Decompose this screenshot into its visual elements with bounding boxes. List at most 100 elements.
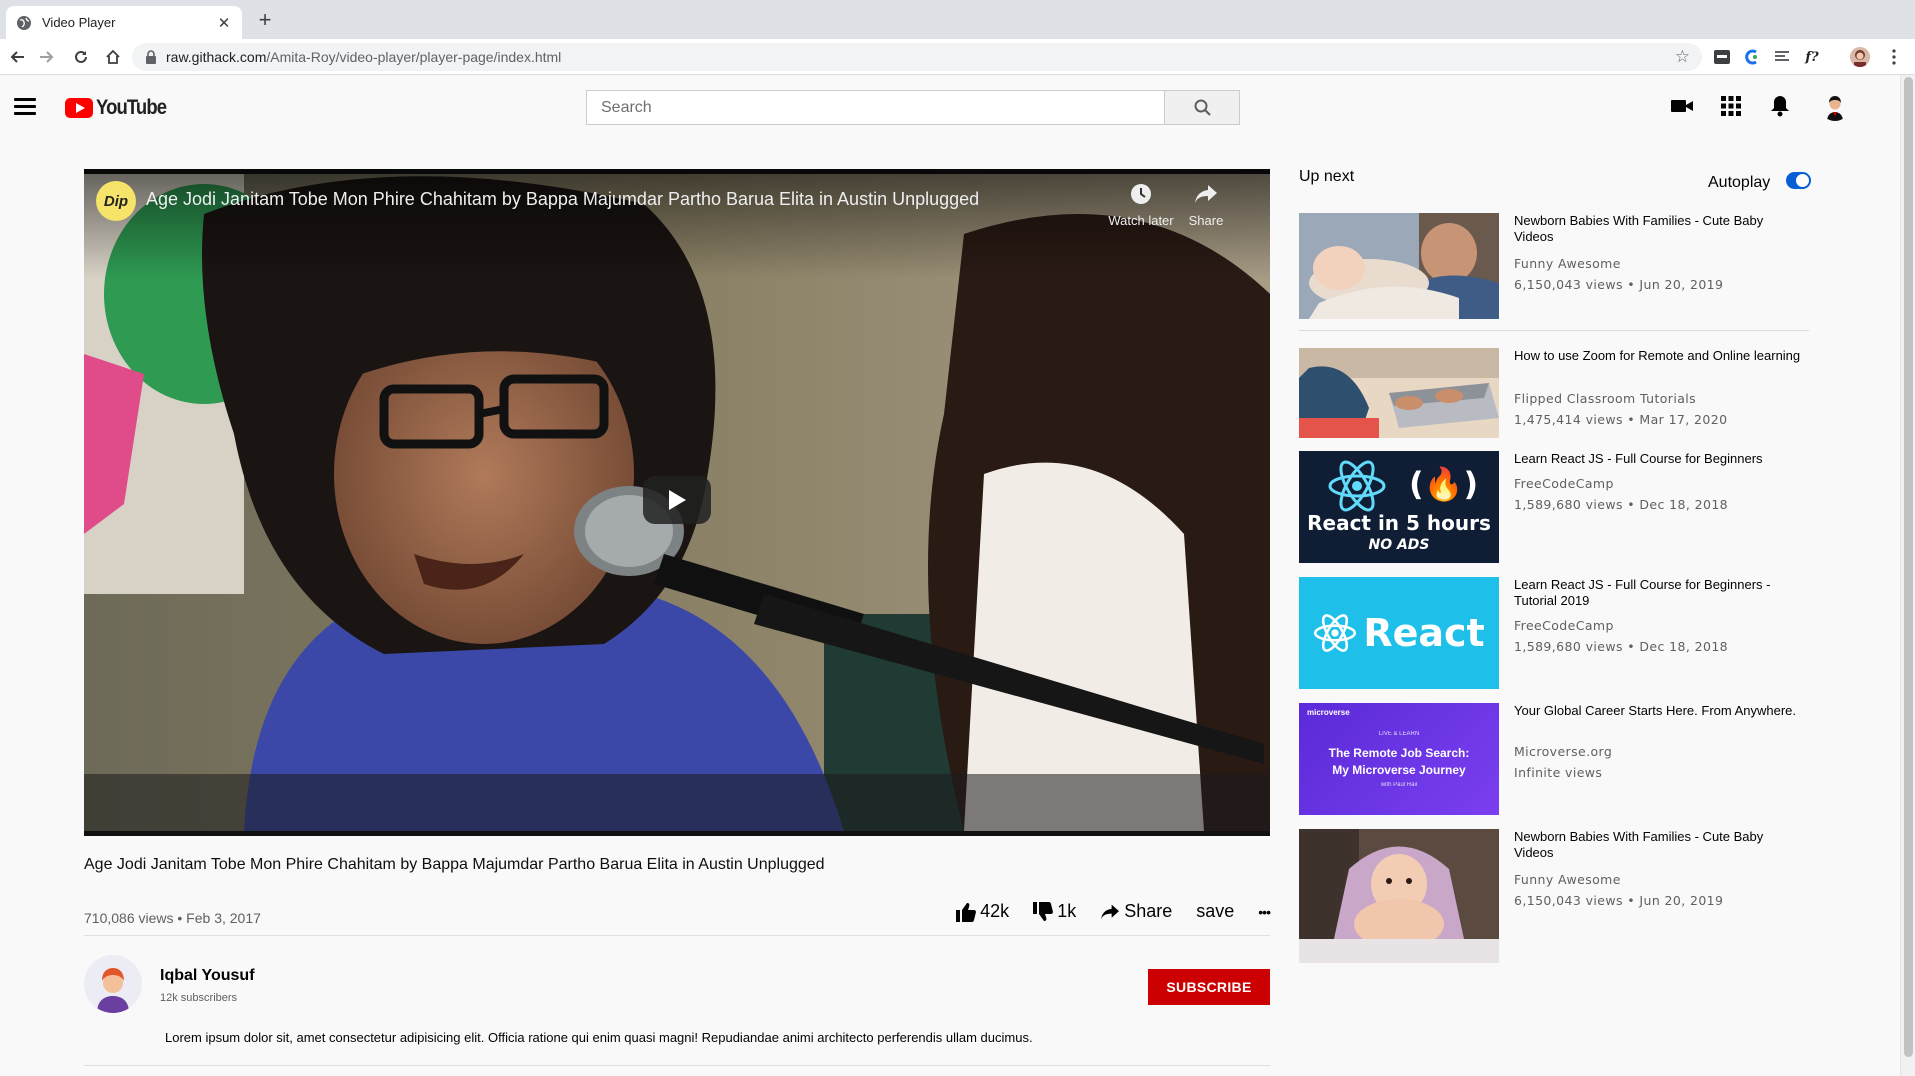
rec-meta: 6,150,043 views • Jun 20, 2019 (1514, 893, 1724, 908)
url-host: raw.githack.com (166, 49, 267, 65)
rec-meta: 1,589,680 views • Dec 18, 2018 (1514, 497, 1729, 512)
extension-lines-icon[interactable] (1772, 47, 1792, 67)
recommendation-item[interactable]: Newborn Babies With Families - Cute Baby… (1299, 213, 1809, 319)
rec-title[interactable]: Newborn Babies With Families - Cute Baby… (1514, 213, 1804, 245)
address-bar[interactable]: raw.githack.com/Amita-Roy/video-player/p… (132, 43, 1702, 71)
more-actions-button[interactable]: ••• (1258, 903, 1271, 920)
scrollbar-thumb[interactable] (1904, 77, 1913, 1057)
extension-formula-icon[interactable]: f? (1802, 47, 1822, 67)
rec-channel: FreeCodeCamp (1514, 476, 1614, 491)
save-button[interactable]: save (1196, 901, 1234, 922)
rec-divider (1299, 330, 1809, 331)
thumb-brand: microverse (1307, 708, 1350, 717)
player-title[interactable]: Age Jodi Janitam Tobe Mon Phire Chahitam… (146, 189, 979, 210)
rec-title[interactable]: Learn React JS - Full Course for Beginne… (1514, 451, 1804, 467)
video-meta-row: 710,086 views • Feb 3, 2017 42k 1k Share… (84, 897, 1271, 937)
browser-menu-icon[interactable] (1884, 47, 1904, 67)
recommendation-item[interactable]: How to use Zoom for Remote and Online le… (1299, 348, 1809, 438)
like-button[interactable]: 42k (956, 901, 1009, 922)
bookmark-star-icon[interactable]: ☆ (1675, 47, 1690, 67)
forward-icon[interactable] (34, 44, 60, 70)
back-icon[interactable] (4, 44, 30, 70)
browser-toolbar: raw.githack.com/Amita-Roy/video-player/p… (0, 39, 1915, 75)
clock-icon (1131, 184, 1151, 204)
apps-grid-icon[interactable] (1718, 93, 1744, 119)
new-tab-button[interactable]: + (252, 8, 278, 34)
react-atom-icon (1328, 460, 1386, 512)
search-box (586, 90, 1240, 125)
search-input[interactable] (586, 90, 1164, 125)
tab-close-icon[interactable]: ✕ (216, 14, 232, 32)
rec-channel: Funny Awesome (1514, 256, 1621, 271)
thumb-headline: React (1363, 611, 1485, 655)
divider-top (84, 935, 1270, 936)
rec-thumbnail: (🔥) React in 5 hours NO ADS (1299, 451, 1499, 563)
rec-channel: Microverse.org (1514, 744, 1613, 759)
search-button[interactable] (1164, 90, 1240, 125)
rec-channel: FreeCodeCamp (1514, 618, 1614, 633)
thumbs-up-icon (956, 902, 977, 922)
watch-later-label: Watch later (1108, 213, 1174, 228)
page-scrollbar[interactable] (1900, 75, 1915, 1076)
owner-avatar[interactable] (84, 955, 142, 1013)
more-dots-icon: ••• (1258, 903, 1271, 920)
up-next-heading: Up next (1299, 168, 1355, 185)
recommendation-item[interactable]: Newborn Babies With Families - Cute Baby… (1299, 829, 1809, 963)
extension-c-icon[interactable] (1742, 47, 1762, 67)
subscribe-button[interactable]: SUBSCRIBE (1148, 969, 1270, 1005)
thumb-line2: My Microverse Journey (1332, 763, 1466, 777)
subscriber-count: 12k subscribers (160, 992, 238, 1004)
rec-meta: 6,150,043 views • Jun 20, 2019 (1514, 277, 1724, 292)
video-actions: 42k 1k Share save ••• (932, 901, 1271, 922)
rec-meta: Infinite views (1514, 765, 1603, 780)
notifications-bell-icon[interactable] (1767, 93, 1793, 119)
rec-title[interactable]: Newborn Babies With Families - Cute Baby… (1514, 829, 1804, 861)
home-icon[interactable] (100, 44, 126, 70)
rec-title[interactable]: Your Global Career Starts Here. From Any… (1514, 703, 1804, 719)
player-share-label: Share (1188, 213, 1224, 228)
rec-title[interactable]: How to use Zoom for Remote and Online le… (1514, 348, 1804, 364)
save-label: save (1196, 901, 1235, 921)
watch-later-button[interactable]: Watch later (1096, 183, 1186, 228)
profile-avatar[interactable] (1850, 47, 1870, 67)
rec-title[interactable]: Learn React JS - Full Course for Beginne… (1514, 577, 1804, 609)
share-button[interactable]: Share (1100, 901, 1172, 922)
url-path: /Amita-Roy/video-player/player-page/inde… (266, 49, 562, 65)
browser-tab[interactable]: Video Player ✕ (6, 6, 242, 39)
autoplay-toggle[interactable] (1786, 172, 1811, 189)
player-share-button[interactable]: Share (1176, 183, 1236, 228)
rec-channel: Flipped Classroom Tutorials (1514, 391, 1697, 406)
play-button[interactable] (643, 476, 711, 524)
recommendation-item[interactable]: (🔥) React in 5 hours NO ADS Learn React … (1299, 451, 1809, 563)
share-icon (1101, 904, 1120, 919)
lock-icon (146, 50, 156, 64)
play-icon (669, 490, 686, 510)
thumb-headline: React in 5 hours (1307, 511, 1491, 535)
rec-thumbnail (1299, 829, 1499, 963)
thumb-line3: with Paul Rail (1380, 782, 1418, 788)
thumbs-down-icon (1033, 901, 1054, 921)
globe-icon (17, 15, 31, 30)
logo-wordmark: YouTube (96, 96, 167, 119)
reload-icon[interactable] (68, 44, 94, 70)
owner-name[interactable]: Iqbal Yousuf (160, 967, 255, 985)
video-player[interactable]: Dip Age Jodi Janitam Tobe Mon Phire Chah… (84, 169, 1270, 836)
thumb-kicker: LIVE & LEARN (1378, 731, 1420, 737)
browser-tab-bar: Video Player ✕ + (0, 0, 1915, 39)
dislike-button[interactable]: 1k (1033, 901, 1076, 922)
thumb-line1: The Remote Job Search: (1328, 746, 1470, 760)
extension-screen-icon[interactable] (1712, 47, 1732, 67)
recommendation-item[interactable]: React Learn React JS - Full Course for B… (1299, 577, 1809, 689)
menu-icon[interactable] (14, 98, 36, 115)
freecodecamp-icon: (🔥) (1409, 465, 1479, 503)
site-header: YouTube (0, 75, 1900, 137)
rec-thumbnail: React (1299, 577, 1499, 689)
channel-owner: Iqbal Yousuf 12k subscribers SUBSCRIBE (84, 955, 1270, 1035)
rec-thumbnail: microverse LIVE & LEARN The Remote Job S… (1299, 703, 1499, 815)
video-camera-icon[interactable] (1669, 93, 1695, 119)
player-channel-icon[interactable]: Dip (96, 181, 136, 221)
youtube-logo[interactable]: YouTube (65, 96, 176, 120)
views-and-date: 710,086 views • Feb 3, 2017 (84, 910, 261, 926)
recommendation-item[interactable]: microverse LIVE & LEARN The Remote Job S… (1299, 703, 1809, 815)
user-avatar[interactable] (1820, 91, 1850, 121)
